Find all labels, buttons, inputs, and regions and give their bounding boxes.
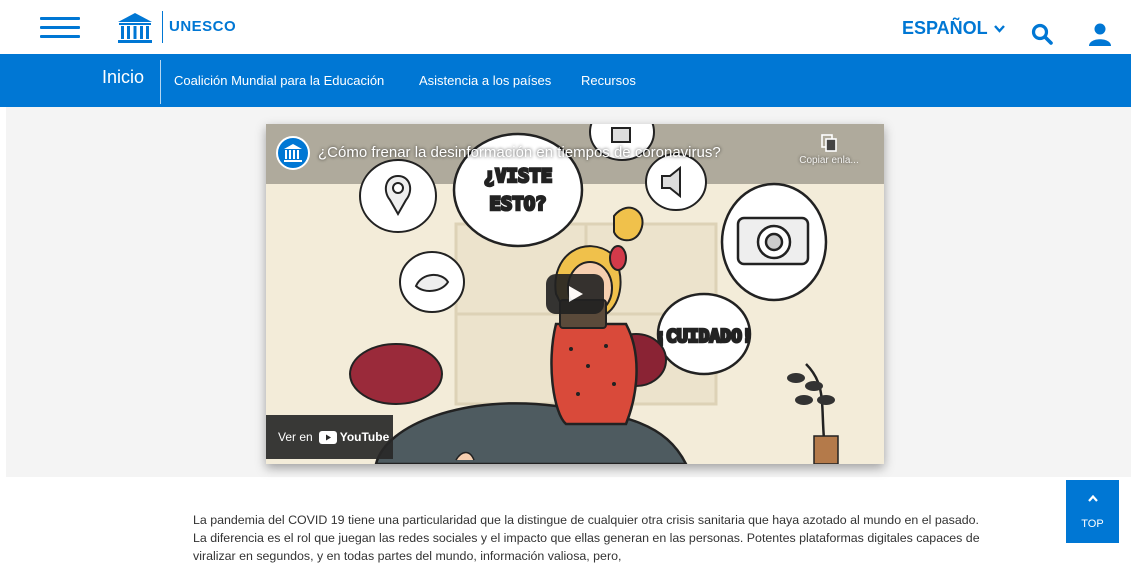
nav-link-recursos[interactable]: Recursos (581, 73, 636, 88)
chevron-up-icon (1066, 492, 1119, 504)
camera-bubble (720, 182, 828, 302)
copy-link-button[interactable]: Copiar enla... (786, 134, 872, 166)
language-label: ESPAÑOL (902, 18, 988, 38)
search-icon[interactable] (1031, 23, 1053, 45)
watch-on-youtube-button[interactable]: Ver en YouTube (266, 415, 393, 459)
language-selector[interactable]: ESPAÑOL (902, 18, 1005, 39)
youtube-play-icon (318, 430, 337, 444)
chevron-down-icon (993, 24, 1005, 33)
play-button[interactable] (546, 274, 604, 314)
scroll-top-label: TOP (1081, 518, 1104, 530)
play-icon (569, 286, 583, 302)
bird-bubble (399, 251, 465, 313)
bubble-text-cuidado: ¡CUIDADO! (655, 326, 753, 347)
unesco-temple-logo[interactable] (116, 12, 154, 44)
nav-link-coalicion[interactable]: Coalición Mundial para la Educación (174, 73, 384, 88)
main-nav: Inicio Coalición Mundial para la Educaci… (0, 54, 1131, 107)
nav-divider (160, 60, 161, 104)
scroll-top-button[interactable]: TOP (1066, 480, 1119, 543)
youtube-wordmark: YouTube (339, 430, 390, 444)
bubble-text-esto: ESTO? (489, 193, 546, 215)
video-title[interactable]: ¿Cómo frenar la desinformación en tiempo… (318, 144, 721, 161)
watch-on-label: Ver en (278, 430, 313, 444)
nav-link-asistencia[interactable]: Asistencia a los países (419, 73, 551, 88)
copy-icon (821, 134, 837, 152)
channel-logo[interactable] (276, 136, 310, 170)
user-icon[interactable] (1088, 22, 1112, 46)
cuidado-bubble: ¡CUIDADO! (654, 292, 754, 376)
speaker-bubble (645, 153, 707, 211)
bubble-text-viste: ¿VISTE (484, 165, 553, 187)
top-header: UNESCO ESPAÑOL (0, 0, 1131, 54)
unesco-logo-icon (284, 144, 302, 162)
youtube-video-embed[interactable]: ¿VISTE ESTO? ¡CUIDADO! ¿Cómo frenar la d… (266, 124, 884, 464)
nav-home[interactable]: Inicio (102, 67, 144, 88)
hamburger-icon[interactable] (40, 17, 80, 39)
copy-link-label: Copiar enla... (799, 155, 859, 166)
article-paragraph: La pandemia del COVID 19 tiene una parti… (193, 513, 980, 563)
location-bubble (359, 159, 437, 233)
youtube-logo: YouTube (318, 430, 390, 444)
brand-name[interactable]: UNESCO (162, 11, 236, 43)
